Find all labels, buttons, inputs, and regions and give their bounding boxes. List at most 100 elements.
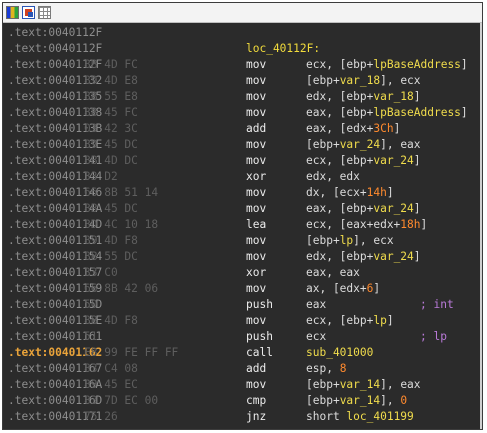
listing-line[interactable]: .text:0040112F loc_40112F: — [3, 41, 482, 57]
address[interactable]: .text:0040112F — [8, 41, 102, 57]
opcode-bytes: 66 8B 42 06 — [84, 282, 159, 295]
operands[interactable]: eax, [ebp+var_24] — [306, 201, 421, 217]
listing-line[interactable]: .text:0040112F 8B 4D FC mov ecx, [ebp+lpBas… — [3, 57, 482, 73]
mnemonic[interactable]: mov — [246, 313, 266, 329]
operand-identifier[interactable]: var_24 — [373, 202, 413, 215]
listing-line[interactable]: .text:0040116D 83 7D EC 00 cmp [ebp+var_14]… — [3, 393, 482, 409]
listing-line[interactable]: .text:00401144 33 D2 xor edx, edx — [3, 169, 482, 185]
mnemonic[interactable]: xor — [246, 169, 266, 185]
scrollbar[interactable] — [480, 23, 482, 429]
operand-identifier[interactable]: var_18 — [373, 90, 413, 103]
mnemonic[interactable]: add — [246, 121, 266, 137]
listing-line[interactable]: .text:0040113E 89 45 DC mov [ebp+var_24], e… — [3, 137, 482, 153]
operand-identifier[interactable]: var_24 — [373, 154, 413, 167]
operands[interactable]: edx, [ebp+var_24] — [306, 249, 421, 265]
colors-icon[interactable] — [6, 6, 19, 19]
operands[interactable]: sub_401000 — [306, 345, 373, 361]
listing-line[interactable]: .text:00401157 33 C0 xor eax, eax — [3, 265, 482, 281]
operand-identifier[interactable]: var_14 — [340, 378, 380, 391]
mnemonic[interactable]: mov — [246, 137, 266, 153]
operands[interactable]: [ebp+var_24], eax — [306, 137, 421, 153]
listing-line[interactable]: .text:00401159 66 8B 42 06 mov ax, [edx+6] — [3, 281, 482, 297]
operand-identifier[interactable]: var_24 — [373, 250, 413, 263]
operands[interactable]: ecx — [306, 329, 326, 345]
operands[interactable]: ecx, [eax+edx+18h] — [306, 217, 427, 233]
opcode-bytes: 8B 4D FC — [84, 58, 138, 71]
listing-line[interactable]: .text:0040113B 03 42 3C add eax, [edx+3Ch] — [3, 121, 482, 137]
operands[interactable]: eax, eax — [306, 265, 360, 281]
mnemonic[interactable]: cmp — [246, 393, 266, 409]
operand-identifier[interactable]: var_24 — [340, 138, 380, 151]
listing-line[interactable]: .text:0040112F — [3, 25, 482, 41]
listing-line[interactable]: .text:0040114D 8D 4C 10 18 lea ecx, [eax+ed… — [3, 217, 482, 233]
operand-number: 3Ch — [373, 122, 394, 135]
operand-identifier[interactable]: lp — [373, 314, 386, 327]
listing-line[interactable]: .text:00401141 8B 4D DC mov ecx, [ebp+var_2… — [3, 153, 482, 169]
listing-line[interactable]: .text:00401132 89 4D E8 mov [ebp+var_18], e… — [3, 73, 482, 89]
mnemonic[interactable]: push — [246, 329, 273, 345]
mnemonic[interactable]: mov — [246, 153, 266, 169]
mnemonic[interactable]: mov — [246, 233, 266, 249]
operands[interactable]: esp, 8 — [306, 361, 346, 377]
mnemonic[interactable]: mov — [246, 57, 266, 73]
operand-text: [ebp+ — [306, 394, 340, 407]
listing-line[interactable]: .text:00401167 83 C4 08 add esp, 8 — [3, 361, 482, 377]
listing-line[interactable]: .text:0040114A 8B 45 DC mov eax, [ebp+var_2… — [3, 201, 482, 217]
operand-identifier[interactable]: var_18 — [340, 74, 380, 87]
mnemonic[interactable]: mov — [246, 281, 266, 297]
listing-line[interactable]: .text:0040115E 8B 4D F8 mov ecx, [ebp+lp] — [3, 313, 482, 329]
listing-line[interactable]: .text:0040115D 50 push eax; int — [3, 297, 482, 313]
operand-identifier[interactable]: var_14 — [340, 394, 380, 407]
operand-identifier[interactable]: sub_401000 — [306, 346, 373, 359]
operands[interactable]: edx, [ebp+var_18] — [306, 89, 421, 105]
listing-line[interactable]: .text:0040116A 89 45 EC mov [ebp+var_14], e… — [3, 377, 482, 393]
mnemonic[interactable]: jnz — [246, 409, 266, 425]
listing-line[interactable]: .text:00401138 8B 45 FC mov eax, [ebp+lpBas… — [3, 105, 482, 121]
mnemonic[interactable]: call — [246, 345, 273, 361]
operands[interactable]: eax, [ebp+lpBaseAddress] — [306, 105, 468, 121]
mnemonic[interactable]: xor — [246, 265, 266, 281]
operands[interactable]: [ebp+var_18], ecx — [306, 73, 421, 89]
operands[interactable]: eax, [edx+3Ch] — [306, 121, 400, 137]
operands[interactable]: ax, [edx+6] — [306, 281, 380, 297]
operands[interactable]: ecx, [ebp+lpBaseAddress] — [306, 57, 468, 73]
listing-line[interactable]: .text:00401146 66 8B 51 14 mov dx, [ecx+14h… — [3, 185, 482, 201]
disassembly-listing[interactable]: .text:0040112F .text:0040112F loc_40112F:.… — [3, 23, 482, 425]
mnemonic[interactable]: mov — [246, 249, 266, 265]
operands[interactable]: dx, [ecx+14h] — [306, 185, 394, 201]
operand-text: ] — [413, 202, 421, 215]
operands[interactable]: [ebp+lp], ecx — [306, 233, 394, 249]
operands[interactable]: eax — [306, 297, 326, 313]
listing-line[interactable]: .text:00401162 E8 99 FE FF FF call sub_4010… — [3, 345, 482, 361]
mnemonic[interactable]: mov — [246, 201, 266, 217]
operands[interactable]: [ebp+var_14], eax — [306, 377, 421, 393]
listing-line[interactable]: .text:00401161 51 push ecx; lp — [3, 329, 482, 345]
operands[interactable]: [ebp+var_14], 0 — [306, 393, 407, 409]
graph-view-icon[interactable] — [22, 6, 35, 19]
operands[interactable]: ecx, [ebp+lp] — [306, 313, 394, 329]
mnemonic[interactable]: push — [246, 297, 273, 313]
operand-identifier[interactable]: lpBaseAddress — [373, 106, 461, 119]
grid-icon[interactable] — [38, 6, 51, 19]
address[interactable]: .text:0040112F — [8, 25, 102, 41]
operands[interactable]: short loc_401199 — [306, 409, 414, 425]
mnemonic[interactable]: mov — [246, 377, 266, 393]
opcode-bytes: 83 7D EC 00 — [84, 394, 159, 407]
listing-line[interactable]: .text:00401135 8B 55 E8 mov edx, [ebp+var_1… — [3, 89, 482, 105]
mnemonic[interactable]: mov — [246, 185, 266, 201]
operand-identifier[interactable]: lp — [340, 234, 353, 247]
operands[interactable]: ecx, [ebp+var_24] — [306, 153, 421, 169]
operand-identifier[interactable]: loc_401199 — [346, 410, 413, 423]
mnemonic[interactable]: lea — [246, 217, 266, 233]
listing-line[interactable]: .text:00401151 89 4D F8 mov [ebp+lp], ecx — [3, 233, 482, 249]
mnemonic[interactable]: mov — [246, 73, 266, 89]
operand-text: ] — [460, 58, 468, 71]
listing-line[interactable]: .text:00401171 75 26 jnz short loc_401199 — [3, 409, 482, 425]
mnemonic[interactable]: mov — [246, 105, 266, 121]
mnemonic[interactable]: mov — [246, 89, 266, 105]
code-label[interactable]: loc_40112F: — [246, 41, 320, 57]
listing-line[interactable]: .text:00401154 8B 55 DC mov edx, [ebp+var_2… — [3, 249, 482, 265]
operand-identifier[interactable]: lpBaseAddress — [373, 58, 461, 71]
mnemonic[interactable]: add — [246, 361, 266, 377]
operands[interactable]: edx, edx — [306, 169, 360, 185]
